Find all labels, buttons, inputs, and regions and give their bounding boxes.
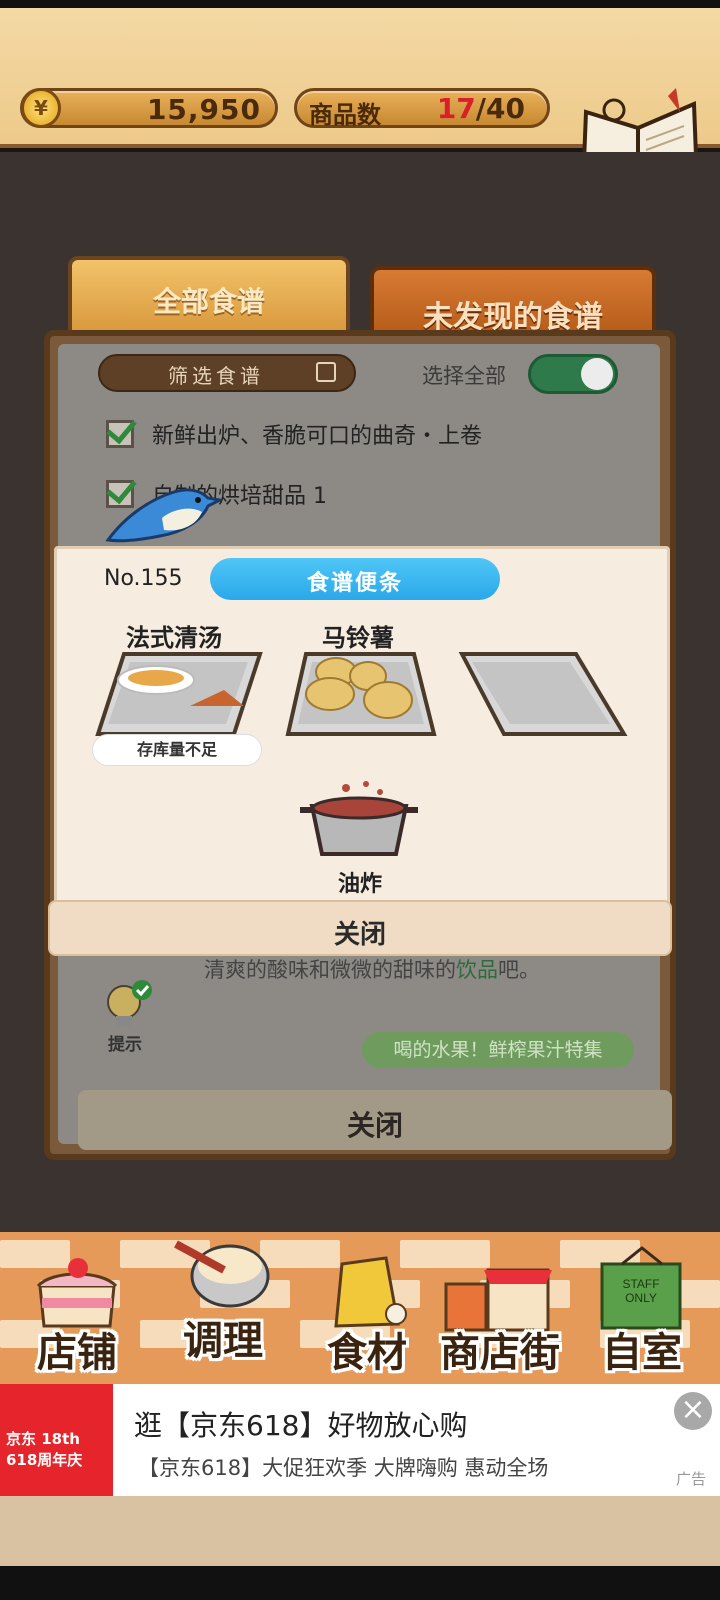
recipe-description: 清爽的酸味和微微的甜味的饮品吧。 (204, 954, 540, 984)
ad-logo: 京东 18th 618周年庆 (0, 1384, 113, 1496)
bottom-background (0, 1496, 720, 1566)
nav-room-label: 自室 (602, 1330, 682, 1376)
filter-label: 筛选食谱 (168, 364, 264, 388)
cooking-method: 油炸 (337, 872, 382, 897)
nav-cook[interactable]: 调理 (168, 1240, 278, 1382)
goods-counter: 商品数 17/40 (294, 88, 550, 129)
goods-current: 17 (436, 92, 476, 125)
recipe-category-tag: 喝的水果！鲜榨果汁特集 (362, 1032, 634, 1068)
insufficient-stock-badge: 存库量不足 (92, 734, 262, 766)
coin-value: 15,950 (146, 93, 261, 126)
list-item[interactable]: 新鲜出炉、香脆可口的曲奇・上卷 (106, 414, 482, 454)
potato-tray-icon (285, 652, 437, 736)
list-item-label: 新鲜出炉、香脆可口的曲奇・上卷 (152, 424, 483, 449)
goods-label: 商品数 (309, 101, 381, 129)
goods-count: 17/40 (437, 92, 525, 125)
popup-close-button[interactable]: 关闭 (48, 900, 672, 956)
hint-label: 提示 (108, 1035, 142, 1055)
bird-mascot-icon (104, 478, 225, 546)
ingredient-slot[interactable] (284, 650, 454, 758)
ad-close-icon[interactable]: × (674, 1392, 712, 1430)
nav-ingredients[interactable]: 食材 (312, 1240, 422, 1382)
nav-my-room[interactable]: STAFF ONLY 自室 (582, 1240, 702, 1382)
ad-title: 逛【京东618】好物放心购 (134, 1409, 468, 1442)
coin-icon: ¥ (21, 88, 61, 128)
desc-prefix: 清爽的酸味和微微的甜味的 (204, 958, 456, 982)
empty-tray-icon (458, 652, 628, 736)
popup-title: 食谱便条 (306, 571, 403, 596)
recipe-number: No.155 (104, 566, 183, 591)
nav-shop[interactable]: 店铺 (22, 1240, 132, 1382)
checkbox-checked[interactable] (106, 420, 134, 448)
coin-counter: ¥ 15,950 (20, 88, 278, 128)
external-link-icon (316, 362, 336, 382)
desc-highlight: 饮品 (456, 958, 498, 982)
nav-shop-label: 店铺 (37, 1330, 117, 1376)
goods-max: /40 (475, 92, 525, 125)
ingredient-slot-empty[interactable] (458, 650, 628, 758)
ingredient-name: 法式清汤 (126, 624, 222, 652)
ad-subtitle: 【京东618】大促狂欢季 大牌嗨购 惠动全场 (138, 1456, 549, 1480)
frying-pot-icon (296, 780, 422, 862)
filter-recipes-button[interactable]: 筛选食谱 (98, 354, 356, 392)
toggle-knob (581, 358, 613, 390)
select-all-toggle[interactable] (528, 354, 618, 394)
nav-cook-label: 调理 (183, 1318, 263, 1364)
ingredient-name: 马铃薯 (322, 624, 394, 652)
panel-close-label: 关闭 (346, 1109, 403, 1142)
tab-all-label: 全部食谱 (152, 285, 265, 318)
nav-ingredients-label: 食材 (327, 1330, 407, 1376)
select-all-label: 选择全部 (422, 364, 506, 388)
popup-title-banner: 食谱便条 (210, 558, 500, 600)
ad-logo-text: 京东 18th 618周年庆 (6, 1430, 83, 1469)
status-bar (0, 0, 720, 8)
svg-text:STAFF: STAFF (622, 1277, 659, 1291)
svg-text:ONLY: ONLY (625, 1291, 657, 1305)
desc-suffix: 吧。 (498, 958, 540, 982)
nav-shopping-street[interactable]: 商店街 (426, 1240, 574, 1382)
nav-street-label: 商店街 (440, 1330, 560, 1376)
panel-close-button[interactable]: 关闭 (78, 1090, 672, 1150)
ad-tag: 广告 (676, 1470, 707, 1488)
system-nav-bar (0, 1566, 720, 1600)
tab-all-recipes[interactable]: 全部食谱 (68, 256, 350, 340)
popup-close-label: 关闭 (333, 920, 386, 950)
